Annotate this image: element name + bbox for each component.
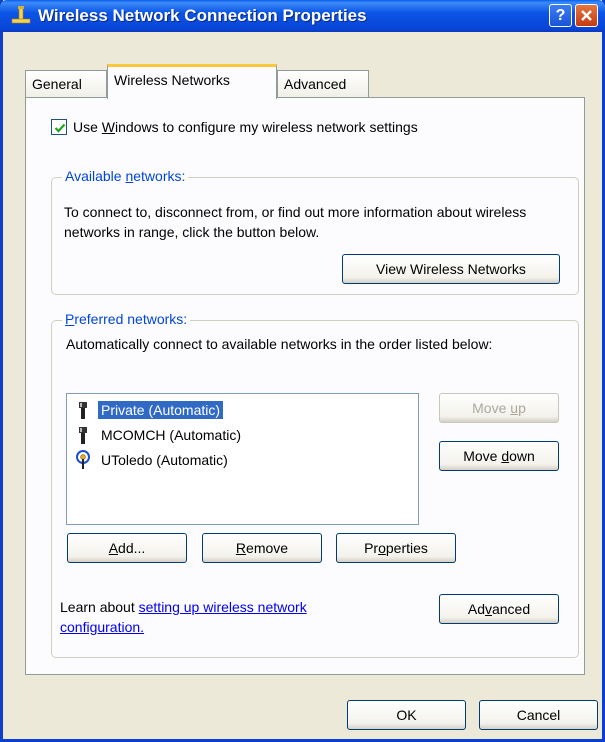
move-down-button[interactable]: Move down (439, 441, 559, 471)
tab-general[interactable]: General (25, 70, 107, 98)
view-wireless-networks-button[interactable]: View Wireless Networks (342, 254, 560, 284)
preferred-networks-group: Preferred networks: Automatically connec… (51, 311, 579, 658)
cancel-button[interactable]: Cancel (479, 700, 598, 730)
tab-general-label: General (32, 76, 82, 92)
help-button[interactable]: ? (549, 4, 572, 27)
learn-about-text: Learn about setting up wireless network … (60, 599, 307, 635)
wireless-signal-icon (76, 450, 90, 469)
available-networks-legend: Available networks: (62, 168, 189, 184)
close-button[interactable] (575, 4, 598, 27)
network-connection-icon (11, 6, 31, 24)
advanced-settings-button[interactable]: Advanced (439, 594, 559, 624)
move-up-button[interactable]: Move up (439, 393, 559, 423)
use-windows-config-checkbox[interactable] (51, 119, 67, 135)
add-network-button[interactable]: Add... (67, 533, 187, 563)
tab-wireless-networks[interactable]: Wireless Networks (107, 64, 277, 99)
preferred-networks-description: Automatically connect to available netwo… (66, 336, 493, 352)
remove-network-button[interactable]: Remove (202, 533, 322, 563)
wireless-networks-panel: Use Windows to configure my wireless net… (25, 97, 585, 675)
network-item-utoledo[interactable]: UToledo (Automatic) (73, 448, 231, 472)
preferred-networks-list[interactable]: Private (Automatic) MCOMCH (Automatic) U… (66, 393, 419, 525)
available-networks-group: Available networks: To connect to, disco… (51, 168, 579, 295)
network-item-label: UToledo (Automatic) (101, 452, 228, 468)
close-icon (581, 10, 592, 21)
ok-button[interactable]: OK (347, 700, 466, 730)
window-title: Wireless Network Connection Properties (38, 6, 367, 25)
preferred-networks-legend: Preferred networks: (62, 311, 191, 327)
properties-dialog: Wireless Network Connection Properties ?… (0, 0, 605, 742)
tab-advanced[interactable]: Advanced (277, 70, 369, 98)
tab-advanced-label: Advanced (284, 76, 347, 92)
use-windows-config-label: Use Windows to configure my wireless net… (73, 119, 418, 135)
antenna-icon (79, 427, 87, 444)
network-item-mcomch[interactable]: MCOMCH (Automatic) (73, 423, 244, 447)
network-item-private[interactable]: Private (Automatic) (73, 398, 224, 422)
network-item-label: MCOMCH (Automatic) (101, 427, 242, 443)
tab-wireless-networks-label: Wireless Networks (114, 72, 230, 88)
network-item-label: Private (Automatic) (98, 401, 224, 419)
antenna-icon (79, 402, 87, 419)
use-windows-config-row[interactable]: Use Windows to configure my wireless net… (51, 119, 418, 135)
network-properties-button[interactable]: Properties (336, 533, 456, 563)
available-networks-description: To connect to, disconnect from, or find … (64, 204, 527, 240)
title-bar[interactable]: Wireless Network Connection Properties ? (0, 0, 605, 32)
checkmark-icon (54, 123, 66, 133)
